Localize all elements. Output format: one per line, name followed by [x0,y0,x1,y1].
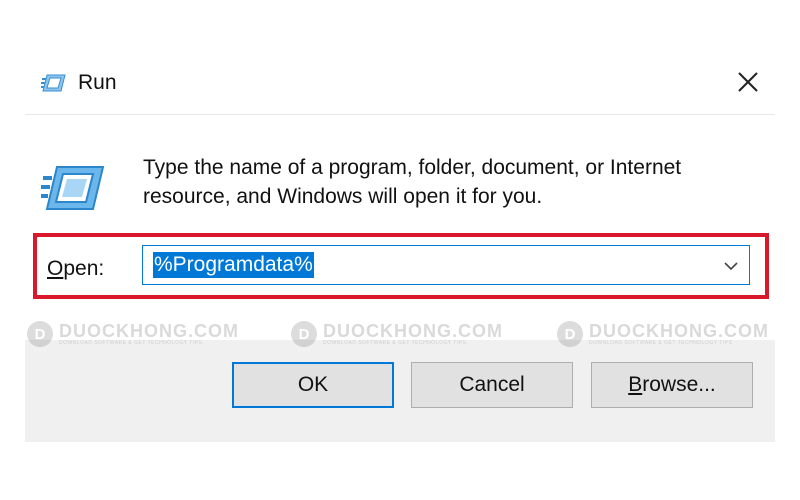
run-dialog: Run Type the name of a program, folder, … [25,50,775,442]
open-combobox[interactable]: %Programdata% [142,245,750,285]
watermark-subtext: DOWNLOAD SOFTWARE & GET TECHNOLOGY TIPS [323,339,467,346]
watermark-text: DUOCKHONG.COM [323,320,503,341]
watermark-subtext: DOWNLOAD SOFTWARE & GET TECHNOLOGY TIPS [59,339,203,346]
ok-button[interactable]: OK [232,362,394,408]
watermark-logo: D [27,321,53,347]
watermark: D DUOCKHONG.COM DOWNLOAD SOFTWARE & GET T… [557,318,769,350]
run-app-icon [41,72,67,94]
watermark-logo: D [291,321,317,347]
browse-label-rest: rowse... [642,373,716,396]
watermark-subtext: DOWNLOAD SOFTWARE & GET TECHNOLOGY TIPS [589,339,733,346]
watermark-logo: D [557,321,583,347]
button-bar: D DUOCKHONG.COM DOWNLOAD SOFTWARE & GET T… [25,321,775,442]
cancel-button[interactable]: Cancel [411,362,573,408]
browse-accelerator: B [628,373,643,396]
window-title: Run [78,71,117,94]
open-input[interactable]: %Programdata% [153,252,314,278]
dialog-content: Type the name of a program, folder, docu… [25,114,775,341]
watermark-text: DUOCKHONG.COM [589,320,769,341]
watermark: D DUOCKHONG.COM DOWNLOAD SOFTWARE & GET T… [291,318,503,350]
instruction-text: Type the name of a program, folder, docu… [143,156,682,208]
close-button[interactable] [725,66,771,102]
title-bar[interactable]: Run [25,50,775,114]
run-app-icon [41,163,107,213]
watermark-text: DUOCKHONG.COM [59,320,239,341]
open-label-rest: pen: [63,257,105,280]
open-label-accelerator: O [47,257,64,280]
chevron-down-icon[interactable] [721,256,741,276]
close-icon [737,68,759,100]
open-label: Open: [47,257,104,281]
browse-button[interactable]: Browse... [591,362,753,408]
watermark: D DUOCKHONG.COM DOWNLOAD SOFTWARE & GET T… [27,318,239,350]
